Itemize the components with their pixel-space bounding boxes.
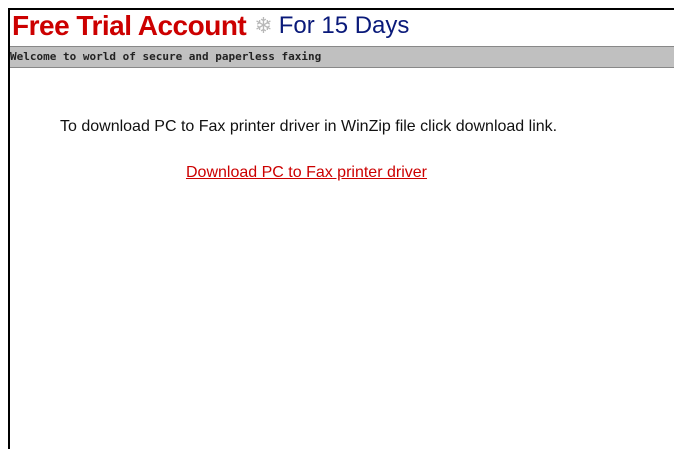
- snowflake-icon: ❄: [254, 13, 273, 38]
- download-instruction: To download PC to Fax printer driver in …: [60, 118, 558, 135]
- page-frame: Free Trial Account ❄ For 15 Days Welcome…: [8, 8, 674, 449]
- page-header: Free Trial Account ❄ For 15 Days: [10, 10, 674, 42]
- page-subtitle: For 15 Days: [278, 12, 410, 39]
- tagline-bar: Welcome to world of secure and paperless…: [10, 46, 674, 68]
- download-driver-link[interactable]: Download PC to Fax printer driver: [186, 164, 427, 182]
- page-title: Free Trial Account: [12, 10, 247, 41]
